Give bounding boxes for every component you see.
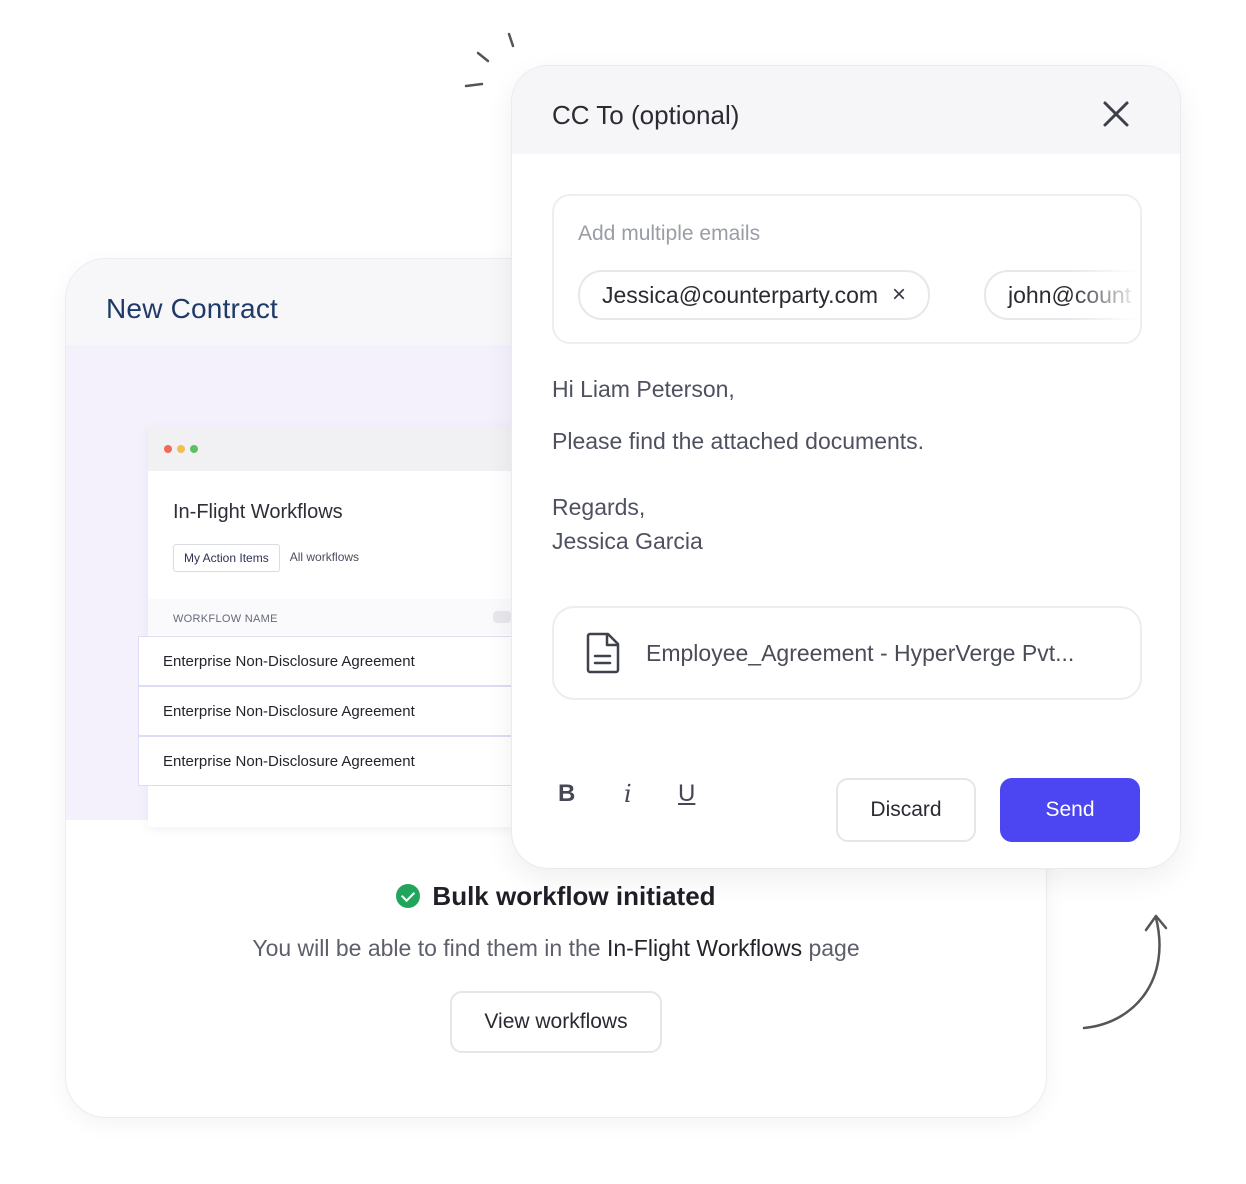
status-subtitle: You will be able to find them in the In-…	[66, 935, 1046, 962]
remove-chip-icon[interactable]: ×	[892, 281, 906, 309]
window-minimize-dot	[177, 445, 185, 453]
message-body: Please find the attached documents.	[552, 428, 925, 454]
email-input[interactable]: Add multiple emails Jessica@counterparty…	[552, 194, 1142, 344]
document-icon	[586, 632, 620, 674]
status-subtitle-link: In-Flight Workflows	[606, 935, 803, 961]
underline-button[interactable]: U	[678, 780, 695, 808]
workflows-tabs: My Action Items All workflows	[173, 544, 369, 572]
message-regards: Regards,	[552, 494, 646, 520]
status-title-text: Bulk workflow initiated	[432, 881, 716, 911]
tab-my-action-items[interactable]: My Action Items	[173, 544, 280, 572]
modal-title: CC To (optional)	[552, 100, 740, 130]
status-subtitle-prefix: You will be able to find them in the	[252, 935, 607, 961]
italic-button[interactable]: i	[624, 780, 632, 808]
table-header: WORKFLOW NAME	[148, 599, 568, 635]
email-chip[interactable]: Jessica@counterparty.com ×	[578, 270, 931, 320]
workflow-name: Enterprise Non-Disclosure Agreement	[163, 753, 415, 770]
workflows-title: In-Flight Workflows	[173, 501, 343, 523]
close-icon[interactable]	[1102, 100, 1130, 128]
workflow-name: Enterprise Non-Disclosure Agreement	[163, 703, 415, 720]
contract-title: New Contract	[106, 293, 279, 324]
email-chip-label: Jessica@counterparty.com	[602, 281, 879, 308]
view-workflows-button[interactable]: View workflows	[450, 991, 662, 1053]
status-title: Bulk workflow initiated	[66, 881, 1046, 912]
cc-email-modal: CC To (optional) Add multiple emails Jes…	[512, 66, 1180, 868]
message-greeting: Hi Liam Peterson,	[552, 376, 735, 402]
status-subtitle-suffix: page	[802, 935, 860, 961]
window-close-dot	[164, 445, 172, 453]
bold-button[interactable]: B	[558, 780, 575, 808]
curved-arrow-icon	[1082, 914, 1168, 1030]
attachment-name: Employee_Agreement - HyperVerge Pvt...	[646, 640, 1075, 666]
window-titlebar	[148, 427, 568, 471]
send-button[interactable]: Send	[1000, 778, 1140, 842]
workflow-name: Enterprise Non-Disclosure Agreement	[163, 653, 415, 670]
attachment-card[interactable]: Employee_Agreement - HyperVerge Pvt...	[552, 606, 1142, 700]
tab-all-workflows[interactable]: All workflows	[280, 544, 369, 572]
column-header-workflow-name: WORKFLOW NAME	[173, 613, 278, 625]
check-circle-icon	[396, 884, 421, 908]
scroll-fade	[1070, 196, 1140, 342]
discard-button[interactable]: Discard	[836, 778, 976, 842]
window-maximize-dot	[190, 445, 198, 453]
email-input-placeholder: Add multiple emails	[578, 222, 761, 245]
column-toggle	[493, 611, 511, 623]
message-sender: Jessica Garcia	[552, 528, 703, 554]
modal-header: CC To (optional)	[512, 66, 1180, 154]
